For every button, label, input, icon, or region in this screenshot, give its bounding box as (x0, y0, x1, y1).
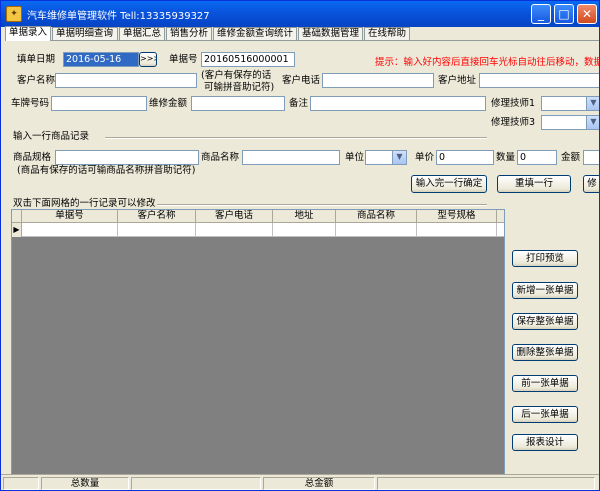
doc-no-input[interactable]: 20160516000001 (201, 52, 295, 67)
report-design-button[interactable]: 报表设计 (512, 434, 578, 451)
status-bar: 总数量 总金额 (1, 474, 599, 490)
col-spec[interactable]: 型号规格 (417, 210, 497, 223)
app-icon: ✦ (6, 6, 22, 22)
address-label: 客户地址 (438, 75, 477, 86)
grid-cell[interactable] (118, 223, 196, 237)
tab-document-entry[interactable]: 单据录入 (5, 26, 51, 41)
previous-document-button[interactable]: 前一张单据 (512, 375, 578, 392)
title-bar: ✦ 汽车维修单管理软件 Tell:13335939327 _ □ ✕ (1, 1, 599, 27)
item-note: (商品有保存的话可输商品名称拼音助记符) (17, 165, 196, 176)
spec-input[interactable] (55, 150, 199, 165)
row-indicator-icon: ▶ (12, 223, 22, 237)
date-picker-button[interactable]: >>> (139, 52, 157, 67)
grid-header: 单据号 客户名称 客户电话 地址 商品名称 型号规格 (12, 210, 504, 223)
hint-text: 提示：输入好内容后直接回车光标自动往后移动，数据 (375, 57, 600, 68)
qty-label: 数量 (496, 152, 516, 163)
status-panel-blank (3, 477, 39, 490)
grid-corner (12, 210, 22, 223)
grid-cell[interactable] (196, 223, 273, 237)
date-label: 填单日期 (17, 54, 56, 65)
total-input[interactable] (583, 150, 599, 165)
confirm-row-button[interactable]: 输入完一行确定 (411, 175, 487, 193)
col-customer-phone[interactable]: 客户电话 (196, 210, 273, 223)
print-preview-button[interactable]: 打印预览 (512, 250, 578, 267)
reinput-row-button[interactable]: 重填一行 (497, 175, 571, 193)
unit-select[interactable]: ▼ (365, 150, 407, 165)
price-label: 单价 (415, 152, 435, 163)
amount-label: 维修金额 (149, 98, 188, 109)
grid-cell[interactable] (336, 223, 417, 237)
phone-input[interactable] (322, 73, 434, 88)
item-name-label: 商品名称 (201, 152, 240, 163)
col-address[interactable]: 地址 (273, 210, 336, 223)
spec-label: 商品规格 (13, 152, 52, 163)
entry-panel: 填单日期 2016-05-16 >>> 单据号 20160516000001 提… (5, 40, 600, 490)
phone-label: 客户电话 (282, 75, 321, 86)
tech3-select[interactable]: ▼ (541, 115, 599, 130)
total-amount-value (377, 477, 595, 490)
item-section-title: 输入一行商品记录 (13, 131, 90, 142)
grid-cell[interactable] (417, 223, 497, 237)
qty-input[interactable]: 0 (517, 150, 557, 165)
grid-title-divider (157, 204, 487, 206)
customer-note-line2: 可输拼音助记符) (204, 82, 275, 93)
plate-label: 车牌号码 (11, 98, 50, 109)
plate-input[interactable] (51, 96, 147, 111)
tab-base-data[interactable]: 基础数据管理 (298, 27, 363, 41)
remark-label: 备注 (289, 98, 309, 109)
chevron-down-icon[interactable]: ▼ (586, 116, 599, 129)
maximize-button[interactable]: □ (554, 4, 574, 24)
unit-label: 单位 (345, 152, 365, 163)
chevron-down-icon[interactable]: ▼ (586, 97, 599, 110)
total-qty-value (131, 477, 261, 490)
customer-input[interactable] (55, 73, 197, 88)
modify-row-button[interactable]: 修 (583, 175, 599, 193)
close-button[interactable]: ✕ (577, 4, 597, 24)
new-document-button[interactable]: 新增一张单据 (512, 282, 578, 299)
total-amount-label: 总金额 (263, 477, 375, 490)
item-name-input[interactable] (242, 150, 340, 165)
item-section-divider (105, 137, 487, 139)
total-label: 金额 (561, 152, 581, 163)
tab-online-help[interactable]: 在线帮助 (364, 27, 410, 41)
minimize-button[interactable]: _ (531, 4, 551, 24)
grid-cell[interactable] (273, 223, 336, 237)
app-window: ✦ 汽车维修单管理软件 Tell:13335939327 _ □ ✕ 单据录入 … (0, 0, 600, 491)
table-row[interactable] (12, 223, 504, 237)
delete-document-button[interactable]: 删除整张单据 (512, 344, 578, 361)
record-grid[interactable]: 单据号 客户名称 客户电话 地址 商品名称 型号规格 ▶ ◀ ▶ (11, 209, 505, 490)
tech3-label: 修理技师3 (491, 117, 536, 128)
save-document-button[interactable]: 保存整张单据 (512, 313, 578, 330)
col-item-name[interactable]: 商品名称 (336, 210, 417, 223)
remark-input[interactable] (310, 96, 486, 111)
total-qty-label: 总数量 (41, 477, 129, 490)
amount-input[interactable] (191, 96, 285, 111)
doc-no-label: 单据号 (169, 54, 198, 65)
col-doc-no[interactable]: 单据号 (22, 210, 118, 223)
price-input[interactable]: 0 (436, 150, 494, 165)
tab-summary[interactable]: 单据汇总 (119, 27, 165, 41)
tab-amount-statistics[interactable]: 维修金额查询统计 (213, 27, 297, 41)
grid-cell[interactable] (22, 223, 118, 237)
next-document-button[interactable]: 后一张单据 (512, 406, 578, 423)
customer-label: 客户名称 (17, 75, 56, 86)
address-input[interactable] (479, 73, 599, 88)
tech1-select[interactable]: ▼ (541, 96, 599, 111)
customer-note-line1: (客户有保存的话 (201, 70, 272, 81)
date-input[interactable]: 2016-05-16 (63, 52, 139, 67)
window-title: 汽车维修单管理软件 Tell:13335939327 (27, 11, 210, 22)
tab-sales-analysis[interactable]: 销售分析 (166, 27, 212, 41)
col-customer-name[interactable]: 客户名称 (118, 210, 196, 223)
tab-detail-query[interactable]: 单据明细查询 (52, 27, 118, 41)
chevron-down-icon[interactable]: ▼ (392, 151, 406, 164)
tech1-label: 修理技师1 (491, 98, 536, 109)
